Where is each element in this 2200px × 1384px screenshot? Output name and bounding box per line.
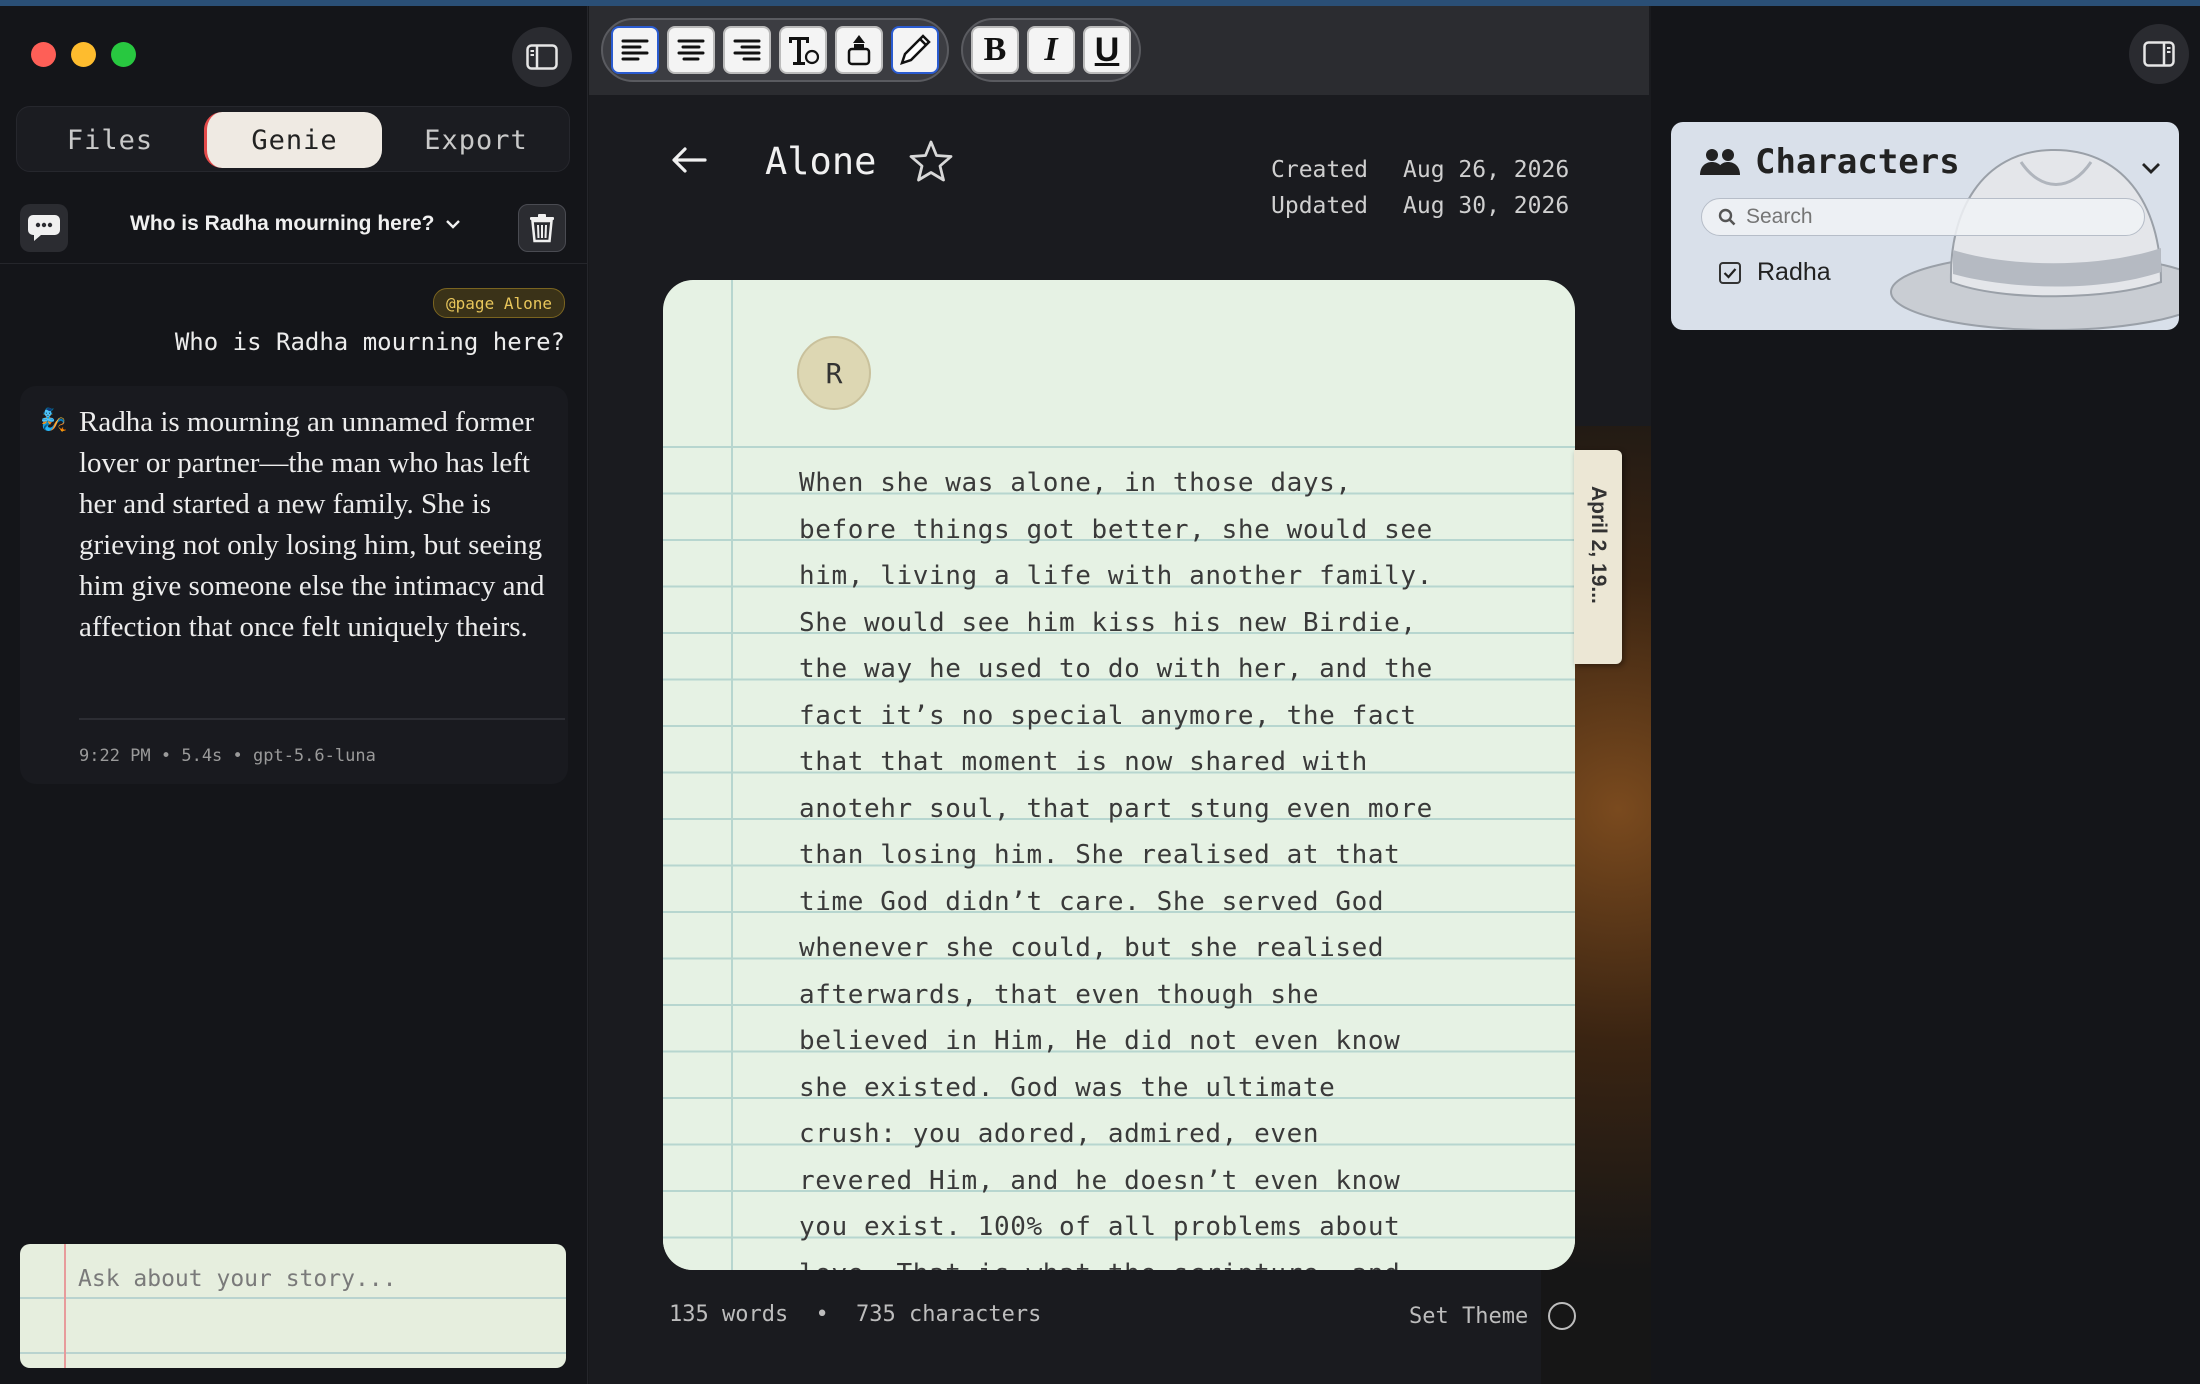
sidebar-tabs: Files Genie Export: [16, 106, 570, 172]
align-center-icon: [677, 39, 705, 61]
document-stats: 135 words • 735 characters: [669, 1302, 1041, 1327]
character-item[interactable]: Radha: [1719, 258, 1831, 287]
character-count: 735 characters: [855, 1302, 1042, 1327]
user-message: Who is Radha mourning here?: [174, 328, 565, 356]
ask-box-margin: [64, 1244, 66, 1368]
toolbar-group-style: B I U: [961, 18, 1141, 82]
chat-title-dropdown[interactable]: Who is Radha mourning here?: [130, 212, 461, 236]
characters-panel: Characters Radha: [1671, 122, 2179, 330]
document-paper: R When she was alone, in those days, bef…: [663, 280, 1575, 1270]
checkmark-icon: [1723, 267, 1737, 279]
genie-icon: 🧞: [40, 408, 68, 433]
favorite-star-icon[interactable]: [907, 138, 955, 186]
zoom-window-button[interactable]: [111, 42, 136, 67]
trash-icon: [530, 214, 554, 243]
genie-answer-text: Radha is mourning an unnamed former love…: [79, 406, 545, 643]
typewriter-font-button[interactable]: [779, 26, 827, 74]
right-panel: Characters Radha: [1651, 6, 2200, 1384]
character-name: Radha: [1757, 258, 1831, 286]
tab-genie[interactable]: Genie: [204, 112, 382, 168]
people-icon: [1700, 149, 1740, 175]
genie-answer-card: 🧞 Radha is mourning an unnamed former lo…: [20, 386, 568, 784]
search-icon: [1718, 208, 1736, 226]
typewriter-font-icon: [789, 37, 820, 65]
stats-separator: •: [815, 1302, 829, 1327]
editor-area: B I U Alone Created Aug 26, 2026 Updated A…: [589, 6, 1651, 1384]
back-arrow-icon[interactable]: [669, 140, 709, 180]
align-center-button[interactable]: [667, 26, 715, 74]
align-left-button[interactable]: [611, 26, 659, 74]
chat-title: Who is Radha mourning here?: [130, 212, 435, 235]
updated-date: Aug 30, 2026: [1403, 193, 1570, 219]
page-reference-tag[interactable]: @page Alone: [433, 288, 565, 318]
ask-input[interactable]: [78, 1266, 548, 1292]
date-bookmark-tab[interactable]: April 2, 19...: [1574, 450, 1622, 664]
chat-bubble-icon: [28, 215, 60, 241]
close-window-button[interactable]: [31, 42, 56, 67]
ask-box: [20, 1244, 566, 1368]
pen-button[interactable]: [891, 26, 939, 74]
align-left-icon: [621, 39, 649, 61]
minimize-window-button[interactable]: [71, 42, 96, 67]
toggle-sidebar-button[interactable]: [512, 27, 572, 87]
document-body[interactable]: When she was alone, in those days, befor…: [799, 460, 1519, 1270]
italic-button[interactable]: I: [1027, 26, 1075, 74]
format-toolbar: B I U: [601, 18, 1141, 82]
answer-meta: 9:22 PM • 5.4s • gpt-5.6-luna: [79, 746, 376, 766]
characters-label: Characters: [1755, 142, 1960, 182]
author-avatar[interactable]: R: [797, 336, 871, 410]
bold-button[interactable]: B: [971, 26, 1019, 74]
characters-title: Characters: [1699, 142, 1960, 182]
sidebar-right-icon: [2143, 41, 2175, 67]
toolbar-group-layout: [601, 18, 949, 82]
set-theme-label: Set Theme: [1409, 1303, 1529, 1329]
toggle-right-panel-button[interactable]: [2129, 24, 2189, 84]
document-dates: Created Aug 26, 2026 Updated Aug 30, 2026: [1271, 152, 1569, 224]
ink-button[interactable]: [835, 26, 883, 74]
align-right-icon: [733, 39, 761, 61]
tab-export[interactable]: Export: [387, 112, 565, 168]
sidebar-left-icon: [526, 44, 558, 70]
ink-icon: [847, 35, 871, 66]
word-count: 135 words: [669, 1302, 789, 1327]
updated-label: Updated: [1271, 193, 1368, 219]
chat-header: Who is Radha mourning here?: [0, 192, 588, 264]
tab-files[interactable]: Files: [21, 112, 199, 168]
character-checkbox[interactable]: [1719, 261, 1741, 284]
left-sidebar: Files Genie Export Who is Radha mourning…: [0, 6, 588, 1384]
underline-button[interactable]: U: [1083, 26, 1131, 74]
divider: [79, 718, 565, 720]
new-chat-button[interactable]: [20, 204, 68, 252]
character-search: [1701, 198, 2145, 236]
chevron-down-icon: [445, 220, 460, 229]
character-search-input[interactable]: [1746, 205, 2126, 229]
set-theme-button[interactable]: Set Theme: [1409, 1302, 1577, 1330]
align-right-button[interactable]: [723, 26, 771, 74]
header-rule: [663, 446, 1575, 448]
created-date: Aug 26, 2026: [1403, 157, 1570, 183]
margin-line: [731, 280, 733, 1270]
chevron-down-icon[interactable]: [2139, 156, 2163, 180]
created-label: Created: [1271, 157, 1368, 183]
date-tab-label: April 2, 19...: [1587, 486, 1610, 604]
pen-icon: [900, 34, 931, 65]
delete-chat-button[interactable]: [518, 204, 566, 252]
theme-circle-icon: [1548, 1302, 1577, 1330]
document-title[interactable]: Alone: [765, 140, 876, 183]
